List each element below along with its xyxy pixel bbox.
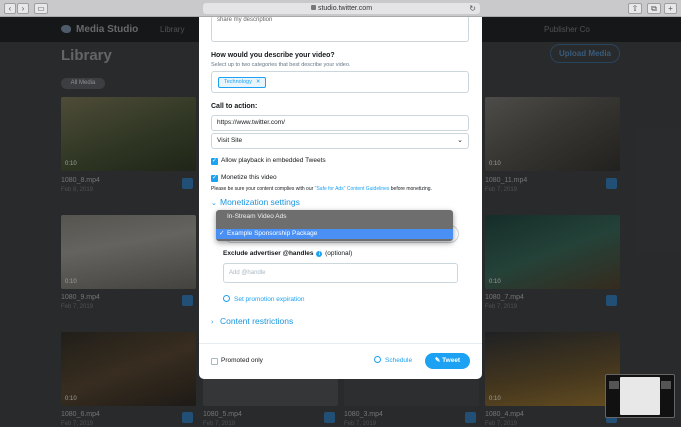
address-bar[interactable]: studio.twitter.com ↻	[203, 3, 480, 14]
share-icon[interactable]: ⇧	[628, 3, 642, 14]
chevron-down-icon: ⌄	[457, 137, 463, 144]
sidebar-icon[interactable]: ▭	[34, 3, 48, 14]
promoted-only-checkbox[interactable]	[211, 358, 218, 365]
category-label: How would you describe your video?	[211, 52, 335, 59]
tweet-button[interactable]: ✎ Tweet	[425, 353, 470, 369]
cta-select[interactable]: Visit Site ⌄	[211, 133, 469, 149]
browser-toolbar: ‹ › ▭ studio.twitter.com ↻ ⇧ ⧉ +	[0, 0, 681, 17]
monetization-settings-toggle[interactable]: ⌄ Monetization settings	[211, 197, 300, 207]
handles-input[interactable]: Add @handle	[223, 263, 458, 283]
forward-button[interactable]: ›	[17, 3, 29, 14]
safe-for-ads-link[interactable]: "Safe for Ads" Content Guidelines	[315, 186, 390, 192]
description-textarea[interactable]: share my description	[211, 17, 469, 42]
back-button[interactable]: ‹	[4, 3, 16, 14]
set-expiration-link[interactable]: Set promotion expiration	[223, 295, 304, 303]
content-restrictions-toggle[interactable]: › Content restrictions	[211, 316, 293, 326]
chevron-down-icon: ⌄	[211, 200, 217, 207]
dropdown-option[interactable]: In-Stream Video Ads	[216, 212, 453, 222]
remove-tag-icon[interactable]: ✕	[256, 79, 261, 85]
allow-embed-label: Allow playback in embedded Tweets	[221, 157, 326, 164]
exclude-handles-label: Exclude advertiser @handles i (optional)	[223, 250, 353, 257]
footer-divider	[199, 343, 482, 344]
category-help: Select up to two categories that best de…	[211, 62, 351, 68]
screenshot-preview[interactable]	[605, 374, 675, 418]
monetize-label: Monetize this video	[221, 174, 277, 181]
promoted-only-label: Promoted only	[221, 357, 263, 364]
monetization-policy-note: Please be sure your content complies wit…	[211, 186, 432, 192]
info-icon[interactable]: i	[316, 251, 323, 257]
schedule-button[interactable]: Schedule	[374, 356, 412, 364]
cta-label: Call to action:	[211, 103, 258, 110]
video-details-modal: share my description How would you descr…	[199, 17, 482, 379]
dropdown-option-selected[interactable]: ✓ Example Sponsorship Package	[216, 229, 453, 239]
clock-icon	[223, 295, 230, 302]
clock-icon	[374, 356, 381, 363]
new-tab-icon[interactable]: +	[664, 3, 677, 14]
checkmark-icon: ✓	[219, 230, 225, 237]
lock-icon	[310, 5, 316, 10]
monetize-checkbox[interactable]: ✓	[211, 175, 218, 182]
package-dropdown-menu: In-Stream Video Ads ✓ Example Sponsorship…	[216, 210, 453, 241]
reload-icon[interactable]: ↻	[469, 3, 476, 14]
url-text: studio.twitter.com	[317, 5, 373, 12]
tabs-icon[interactable]: ⧉	[647, 3, 661, 14]
category-tag: Technology ✕	[218, 77, 267, 88]
chevron-right-icon: ›	[211, 319, 214, 326]
allow-embed-checkbox[interactable]: ✓	[211, 158, 218, 165]
category-input[interactable]: Technology ✕	[211, 71, 469, 93]
cta-url-input[interactable]: https://www.twitter.com/	[211, 115, 469, 131]
